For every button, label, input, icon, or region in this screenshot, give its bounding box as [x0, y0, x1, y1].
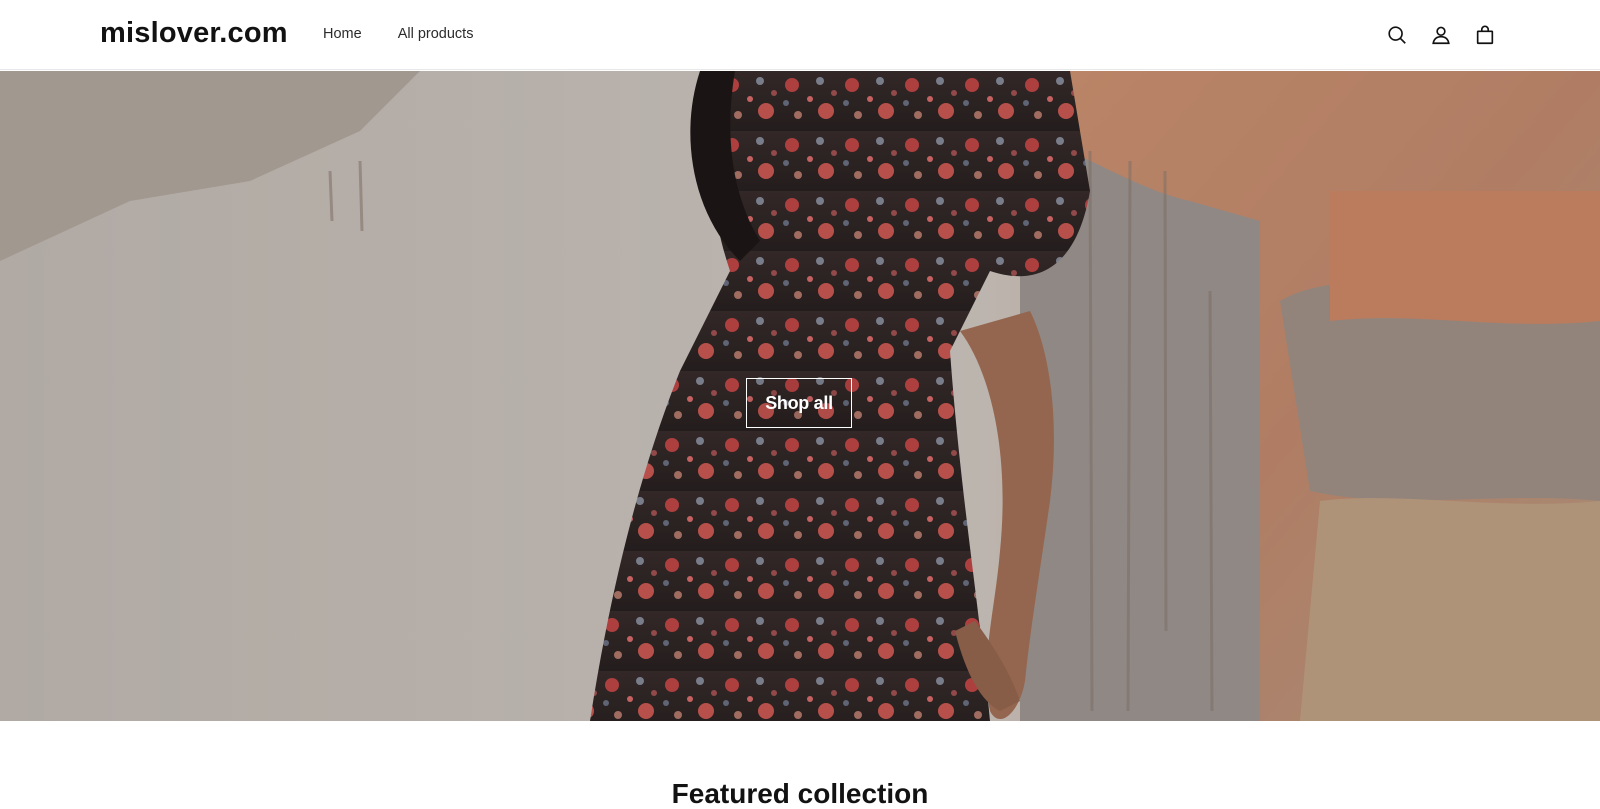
site-header: mislover.com Home All products: [0, 0, 1600, 70]
nav-link-home[interactable]: Home: [323, 26, 362, 42]
header-icons: [1385, 22, 1497, 48]
cart-icon[interactable]: [1473, 22, 1497, 48]
shop-all-button[interactable]: Shop all: [746, 378, 852, 428]
site-logo[interactable]: mislover.com: [100, 17, 288, 50]
search-icon[interactable]: [1385, 22, 1409, 48]
account-icon[interactable]: [1429, 22, 1453, 48]
main-nav: Home All products: [323, 26, 473, 42]
nav-link-all-products[interactable]: All products: [398, 26, 474, 42]
featured-collection-title: Featured collection: [671, 778, 929, 809]
hero-banner: Shop all: [0, 71, 1600, 721]
